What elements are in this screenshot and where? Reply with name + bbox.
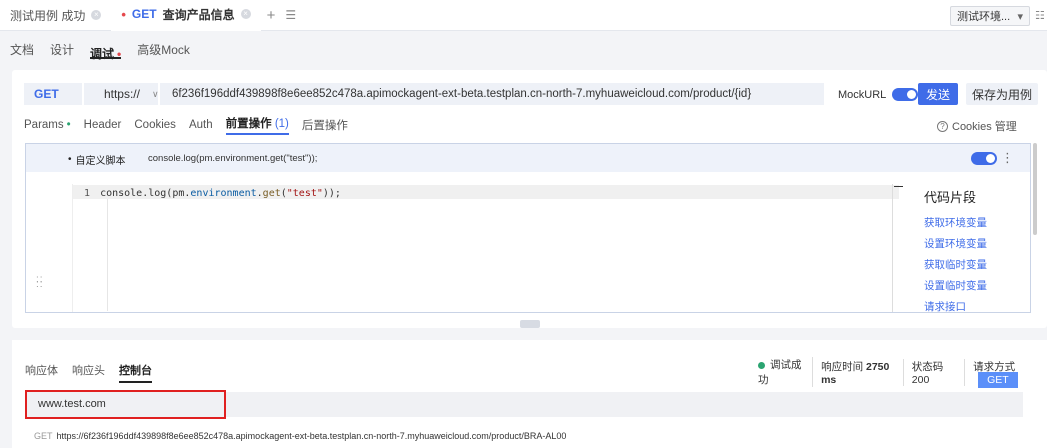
tab-response-header[interactable]: 响应头 xyxy=(72,362,105,378)
sub-tabs: 文档 设计 调试 • 高级Mock xyxy=(0,31,1047,67)
send-button[interactable]: 发送 xyxy=(918,83,958,105)
tab-label: 高级Mock xyxy=(137,42,190,57)
tab-advanced-mock[interactable]: 高级Mock xyxy=(137,31,190,67)
status-code: 状态码 200 xyxy=(904,358,966,386)
tab-label: 文档 xyxy=(10,42,35,57)
add-tab-icon[interactable]: + xyxy=(267,7,276,24)
log-url: https://6f236f196ddf439898f8e6ee852c478a… xyxy=(56,431,567,441)
chevron-down-icon: ∨ xyxy=(151,89,159,99)
tab-cookies[interactable]: Cookies xyxy=(134,119,176,131)
close-icon[interactable]: × xyxy=(240,9,251,19)
tab-pre-operation[interactable]: 前置操作 (1) xyxy=(225,115,289,135)
snippet-set-env[interactable]: 设置环境变量 xyxy=(924,234,1024,255)
chevron-down-icon: ▾ xyxy=(1017,10,1023,23)
code-token: get xyxy=(262,188,281,199)
tab-method: GET xyxy=(131,7,157,21)
tab-bar: 测试用例 成功 × • GET 查询产品信息 × + ☰ xyxy=(0,0,1047,31)
code-line[interactable]: 1 console.log(pm.environment.get("test")… xyxy=(84,188,341,199)
tab-count: (1) xyxy=(274,118,289,130)
protocol-select[interactable]: https:// ∨ xyxy=(83,83,159,105)
bullet-icon: • xyxy=(68,154,72,165)
request-method: 请求方式GET xyxy=(965,359,1047,388)
tab-label: 设计 xyxy=(50,42,75,57)
tab-post-operation[interactable]: 后置操作 xyxy=(302,117,348,133)
snippets-title: 代码片段 xyxy=(924,190,977,205)
environment-settings-icon[interactable]: ☷ xyxy=(1035,9,1045,22)
environment-label: 测试环境... xyxy=(957,11,1011,23)
tab-response-body[interactable]: 响应体 xyxy=(25,362,58,378)
log-method: GET xyxy=(34,431,53,441)
response-status: 调试成功 响应时间 2750 ms 状态码 200 请求方式GET xyxy=(750,357,1047,388)
script-title-group: • 自定义脚本 xyxy=(68,152,126,167)
code-token: pm xyxy=(172,188,185,199)
tab-label: 前置操作 xyxy=(225,118,272,130)
tab-query-product[interactable]: • GET 查询产品信息 × xyxy=(111,0,261,31)
response-time-label: 响应时间 xyxy=(821,360,864,373)
url-input[interactable]: 6f236f196ddf439898f8e6ee852c478a.apimock… xyxy=(159,83,824,105)
close-icon[interactable]: × xyxy=(91,10,102,20)
tab-debug[interactable]: 调试 • xyxy=(90,39,122,61)
status-dot-icon: • xyxy=(66,119,71,131)
response-tabs: 响应体 响应头 控制台 xyxy=(25,357,152,383)
protocol-label: https:// xyxy=(103,87,140,101)
snippet-set-temp[interactable]: 设置临时变量 xyxy=(924,276,1024,297)
tab-label: 查询产品信息 xyxy=(162,7,235,22)
snippets-panel: 代码片段 获取环境变量 设置环境变量 获取临时变量 设置临时变量 请求接口 xyxy=(924,187,1024,318)
tab-console[interactable]: 控制台 xyxy=(119,362,152,383)
method-badge: GET xyxy=(978,371,1018,388)
snippet-request[interactable]: 请求接口 xyxy=(924,297,1024,318)
url-bar: GET https:// ∨ 6f236f196ddf439898f8e6ee8… xyxy=(24,83,824,105)
request-log: GET https://6f236f196ddf439898f8e6ee852c4… xyxy=(34,431,566,441)
script-enable-toggle[interactable] xyxy=(971,152,997,165)
tab-menu-icon[interactable]: ☰ xyxy=(285,8,296,22)
status-dot-icon: • xyxy=(117,47,122,61)
code-token: .log( xyxy=(142,188,173,199)
tab-test-case[interactable]: 测试用例 成功 × xyxy=(0,0,111,31)
tab-auth[interactable]: Auth xyxy=(189,119,213,131)
code-editor[interactable] xyxy=(72,184,904,312)
script-preview: console.log(pm.environment.get("test")); xyxy=(148,153,318,164)
gutter-divider xyxy=(107,199,108,311)
tab-label: 测试用例 成功 xyxy=(10,8,86,23)
unsaved-dot-icon: • xyxy=(121,6,126,22)
collapse-handle-icon[interactable] xyxy=(520,320,540,328)
code-token: console xyxy=(100,188,143,199)
tab-label: Params xyxy=(24,119,64,131)
cookies-manage-link[interactable]: ? Cookies 管理 xyxy=(937,118,1017,134)
request-method-label: 请求方式 xyxy=(973,360,1016,373)
code-token: environment xyxy=(190,188,257,199)
tab-design[interactable]: 设计 xyxy=(50,31,74,67)
tab-label: 调试 xyxy=(90,47,115,61)
cookies-manage-label: Cookies 管理 xyxy=(952,121,1017,133)
save-as-case-button[interactable]: 保存为用例 xyxy=(966,83,1038,105)
code-token: )); xyxy=(322,188,341,199)
status-code-value: 200 xyxy=(911,373,930,386)
mock-url-toggle[interactable] xyxy=(892,88,919,101)
request-tabs: Params • Header Cookies Auth 前置操作 (1) 后置操… xyxy=(24,115,348,135)
editor-scrollbar[interactable] xyxy=(892,184,903,312)
drag-handle-icon[interactable]: :::: xyxy=(36,275,44,290)
debug-status: 调试成功 xyxy=(750,357,814,387)
tab-header[interactable]: Header xyxy=(84,119,122,131)
script-title: 自定义脚本 xyxy=(75,156,126,167)
line-number: 1 xyxy=(84,188,91,199)
tab-params[interactable]: Params • xyxy=(24,119,71,131)
method-select[interactable]: GET xyxy=(24,83,82,105)
panel-scrollbar[interactable] xyxy=(1033,143,1037,235)
status-code-label: 状态码 xyxy=(911,360,944,373)
mock-url-label: MockURL xyxy=(838,88,887,101)
tab-docs[interactable]: 文档 xyxy=(10,31,34,67)
snippet-get-temp[interactable]: 获取临时变量 xyxy=(924,255,1024,276)
more-options-icon[interactable]: ⋮ xyxy=(1001,150,1014,166)
highlight-box xyxy=(25,390,226,419)
mock-url-toggle-group: MockURL xyxy=(838,88,919,101)
help-icon: ? xyxy=(937,120,948,132)
snippet-get-env[interactable]: 获取环境变量 xyxy=(924,213,1024,234)
environment-select[interactable]: 测试环境... ▾ xyxy=(950,6,1030,26)
response-time: 响应时间 2750 ms xyxy=(813,358,904,386)
code-token: "test" xyxy=(286,188,323,199)
